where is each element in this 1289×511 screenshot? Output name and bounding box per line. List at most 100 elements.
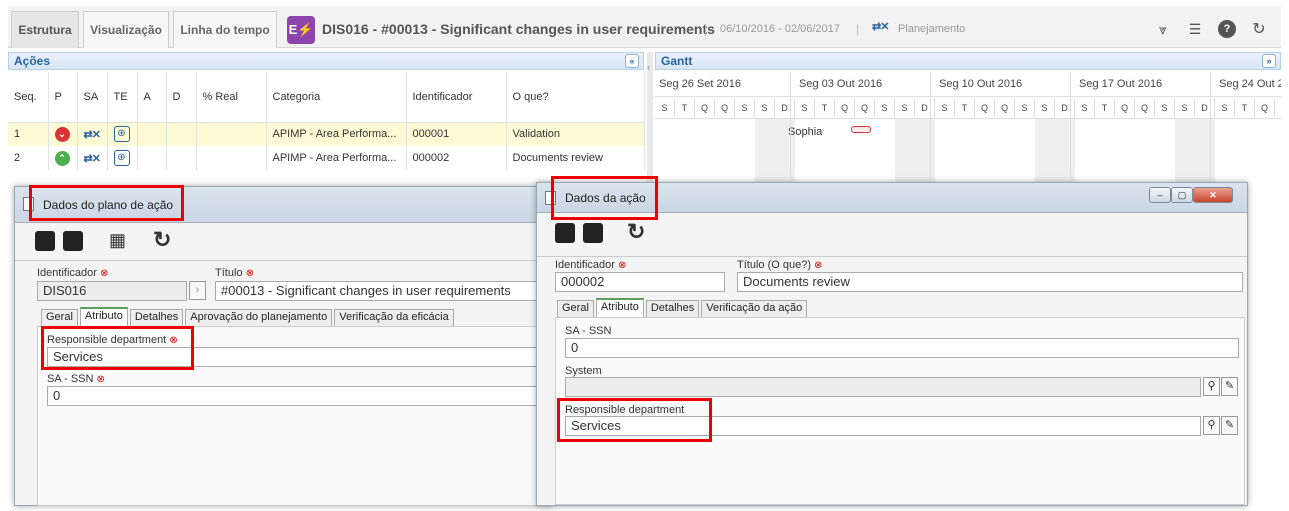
- tab-detalhes[interactable]: Detalhes: [129, 309, 184, 326]
- ssn-field[interactable]: 0: [565, 338, 1239, 358]
- col-header[interactable]: SA: [77, 72, 108, 123]
- collapse-left-icon[interactable]: «: [625, 54, 639, 68]
- id-label: Identificador: [37, 267, 97, 279]
- close-button[interactable]: ✕: [1193, 187, 1233, 203]
- clear-icon[interactable]: ✎: [1221, 377, 1238, 396]
- col-header[interactable]: Identificador: [406, 72, 507, 123]
- refresh-button[interactable]: ↻: [153, 227, 171, 253]
- search-icon[interactable]: ⚲: [1203, 377, 1220, 396]
- status-label: Planejamento: [898, 23, 966, 35]
- highlight-box: [557, 398, 712, 442]
- title-field[interactable]: #00013 - Significant changes in user req…: [215, 281, 545, 301]
- tab-atributo[interactable]: Atributo: [595, 298, 644, 317]
- chevron-right-icon[interactable]: ›: [189, 281, 206, 300]
- separator: |: [704, 22, 708, 36]
- tab-detalhes[interactable]: Detalhes: [645, 300, 700, 317]
- gantt-day-label: S: [895, 98, 915, 118]
- gantt-week-label: Seg 26 Set 2016: [659, 78, 741, 90]
- gantt-day-label: Q: [855, 98, 875, 118]
- table-row[interactable]: 1 ⌄ ⇄✕ ⊕ APIMP - Area Performa... 000001…: [8, 122, 645, 146]
- gantt-day-label: S: [795, 98, 815, 118]
- sa-icon: ⇄✕: [83, 128, 101, 141]
- tab-geral[interactable]: Geral: [41, 309, 78, 326]
- col-header[interactable]: P: [48, 72, 78, 123]
- gantt-week-label: Seg 17 Out 2016: [1079, 78, 1163, 90]
- tab-geral[interactable]: Geral: [557, 300, 594, 317]
- save-button[interactable]: [35, 231, 55, 251]
- gantt-day-label: Q: [1255, 98, 1275, 118]
- refresh-icon[interactable]: ↻: [1250, 20, 1268, 38]
- col-header[interactable]: Categoria: [266, 72, 407, 123]
- help-icon[interactable]: ?: [1218, 20, 1236, 38]
- ssn-label: SA - SSN: [47, 373, 94, 385]
- list-icon[interactable]: ☰: [1186, 20, 1204, 38]
- gantt-day-label: D: [1195, 98, 1215, 118]
- gantt-day-label: S: [1155, 98, 1175, 118]
- gantt-day-label: S: [1075, 98, 1095, 118]
- gantt-day-label: Q: [715, 98, 735, 118]
- highlight-box: [41, 326, 194, 370]
- system-label: System: [565, 365, 602, 377]
- what-field[interactable]: Documents review: [737, 272, 1243, 292]
- categoria-cell: APIMP - Area Performa...: [266, 122, 407, 146]
- gantt-panel-title: Gantt: [661, 54, 693, 68]
- clear-icon[interactable]: ✎: [1221, 416, 1238, 435]
- tab-visualizacao[interactable]: Visualização: [83, 11, 169, 48]
- col-header[interactable]: % Real: [196, 72, 267, 123]
- oque-cell: Validation: [506, 122, 645, 146]
- save-button[interactable]: [555, 223, 575, 243]
- gantt-day-label: S: [735, 98, 755, 118]
- gantt-day-label: D: [1055, 98, 1075, 118]
- categoria-cell: APIMP - Area Performa...: [266, 146, 407, 170]
- gantt-day-label: D: [775, 98, 795, 118]
- col-header[interactable]: O que?: [506, 72, 645, 123]
- system-field[interactable]: [565, 377, 1201, 397]
- tab-verificacao-acao[interactable]: Verificação da ação: [701, 300, 808, 317]
- sa-icon: ⇄✕: [83, 152, 101, 165]
- save-close-button[interactable]: [583, 223, 603, 243]
- tab-verificacao[interactable]: Verificação da eficácia: [334, 309, 454, 326]
- collapse-all-icon[interactable]: ⩔: [1154, 20, 1172, 38]
- actions-table: Seq. P SA TE A D % Real Categoria Identi…: [8, 72, 645, 170]
- actions-panel-title: Ações: [14, 54, 51, 68]
- highlight-box: [29, 185, 184, 221]
- col-header[interactable]: TE: [107, 72, 138, 123]
- gantt-day-label: S: [1035, 98, 1055, 118]
- minimize-button[interactable]: –: [1149, 187, 1171, 203]
- id-field[interactable]: 000002: [555, 272, 725, 292]
- collapse-right-icon[interactable]: »: [1262, 54, 1276, 68]
- seq-cell: 1: [8, 122, 49, 146]
- gantt-day-label: Q: [1135, 98, 1155, 118]
- gantt-day-label: S: [1015, 98, 1035, 118]
- gantt-day-label: D: [915, 98, 935, 118]
- calendar-icon[interactable]: ▦: [109, 230, 126, 251]
- process-icon: E⚡: [287, 16, 315, 44]
- gantt-day-label: Q: [975, 98, 995, 118]
- save-close-button[interactable]: [63, 231, 83, 251]
- search-icon[interactable]: ⚲: [1203, 416, 1220, 435]
- table-row[interactable]: 2 ⌃ ⇄✕ ⊕ APIMP - Area Performa... 000002…: [8, 146, 645, 170]
- ssn-label: SA - SSN: [565, 325, 612, 337]
- maximize-button[interactable]: ▢: [1171, 187, 1193, 203]
- action-window: Dados da ação – ▢ ✕ ↻ Identificador ⊗ 00…: [536, 182, 1248, 506]
- id-label: Identificador: [555, 259, 615, 271]
- gantt-day-label: S: [755, 98, 775, 118]
- id-field[interactable]: DIS016: [37, 281, 187, 301]
- tab-atributo[interactable]: Atributo: [79, 307, 128, 326]
- col-header[interactable]: Seq.: [8, 72, 49, 123]
- col-header[interactable]: D: [166, 72, 197, 123]
- ssn-field[interactable]: 0: [47, 386, 542, 406]
- gantt-day-label: T: [675, 98, 695, 118]
- tab-aprovacao[interactable]: Aprovação do planejamento: [185, 309, 333, 326]
- separator: |: [856, 22, 860, 36]
- tab-estrutura[interactable]: Estrutura: [11, 11, 79, 48]
- planning-icon: ⇄✕: [872, 21, 889, 33]
- gantt-week-label: Seg 24 Out 2: [1219, 78, 1281, 90]
- splitter[interactable]: ‹: [647, 52, 653, 182]
- gantt-day-label: S: [1215, 98, 1235, 118]
- refresh-button[interactable]: ↻: [627, 219, 645, 245]
- tab-linha-do-tempo[interactable]: Linha do tempo: [173, 11, 277, 48]
- gantt-bar[interactable]: [851, 126, 871, 133]
- col-header[interactable]: A: [137, 72, 167, 123]
- seq-cell: 2: [8, 146, 49, 170]
